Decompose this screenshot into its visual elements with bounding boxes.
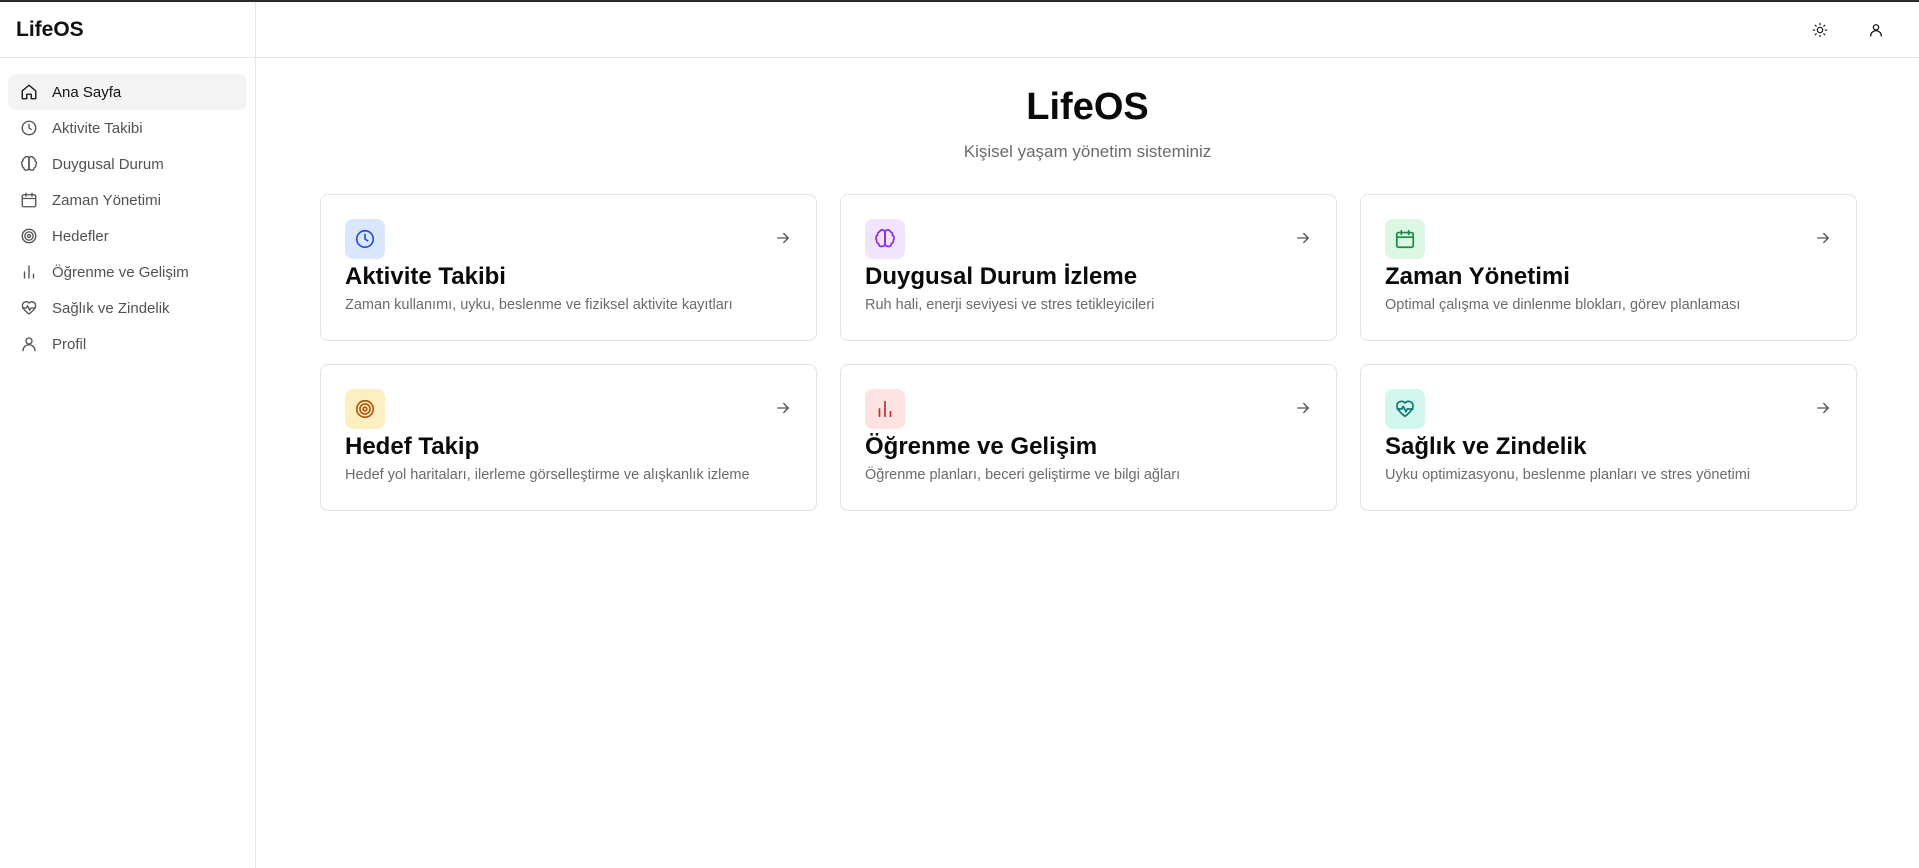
card-description: Öğrenme planları, beceri geliştirme ve b… [865, 467, 1181, 483]
card-icon-wrapper [865, 389, 905, 429]
arrow-right-icon [1294, 229, 1312, 247]
target-icon [354, 398, 376, 420]
card-ogrenme-ve-gelisim[interactable]: Öğrenme ve Gelişim Öğrenme planları, bec… [840, 364, 1337, 511]
arrow-right-icon [774, 229, 792, 247]
clock-icon [20, 119, 38, 137]
sidebar-item-saglik-ve-zindelik[interactable]: Sağlık ve Zindelik [8, 290, 247, 326]
card-aktivite-takibi[interactable]: Aktivite Takibi Zaman kullanımı, uyku, b… [320, 194, 817, 341]
sidebar-item-ana-sayfa[interactable]: Ana Sayfa [8, 74, 247, 110]
card-description: Hedef yol haritaları, ilerleme görselleş… [345, 467, 750, 483]
card-icon-wrapper [345, 219, 385, 259]
sidebar-item-label: Aktivite Takibi [52, 119, 143, 137]
heart-pulse-icon [1394, 398, 1416, 420]
calendar-icon [1394, 228, 1416, 250]
sidebar-item-label: Profil [52, 335, 87, 353]
sidebar-item-profil[interactable]: Profil [8, 326, 247, 362]
card-title: Zaman Yönetimi [1385, 263, 1570, 290]
brain-icon [20, 155, 38, 173]
card-title: Sağlık ve Zindelik [1385, 433, 1587, 460]
card-title: Öğrenme ve Gelişim [865, 433, 1098, 460]
home-icon [20, 83, 38, 101]
sidebar: LifeOS Ana Sayfa Aktivite Takibi Duygusa… [0, 2, 256, 868]
sidebar-item-label: Duygusal Durum [52, 155, 164, 173]
user-icon [20, 335, 38, 353]
sidebar-nav: Ana Sayfa Aktivite Takibi Duygusal Durum… [0, 58, 255, 362]
sidebar-item-label: Sağlık ve Zindelik [52, 299, 170, 317]
card-title: Duygusal Durum İzleme [865, 263, 1138, 290]
sidebar-item-hedefler[interactable]: Hedefler [8, 218, 247, 254]
bar-chart-icon [874, 398, 896, 420]
main-content: LifeOS Kişisel yaşam yönetim sisteminiz … [256, 58, 1919, 868]
user-menu-button[interactable] [1862, 16, 1890, 44]
card-description: Optimal çalışma ve dinlenme blokları, gö… [1385, 297, 1741, 313]
target-icon [20, 227, 38, 245]
calendar-icon [20, 191, 38, 209]
theme-toggle-button[interactable] [1806, 16, 1834, 44]
page-title: LifeOS [1026, 86, 1149, 128]
heart-pulse-icon [20, 299, 38, 317]
clock-icon [354, 228, 376, 250]
card-icon-wrapper [1385, 219, 1425, 259]
sidebar-item-label: Öğrenme ve Gelişim [52, 263, 189, 281]
page-subtitle: Kişisel yaşam yönetim sisteminiz [963, 142, 1212, 161]
card-title: Aktivite Takibi [345, 263, 506, 290]
user-icon [1868, 22, 1884, 38]
sidebar-item-label: Hedefler [52, 227, 109, 245]
card-saglik-ve-zindelik[interactable]: Sağlık ve Zindelik Uyku optimizasyonu, b… [1360, 364, 1857, 511]
card-description: Ruh hali, enerji seviyesi ve stres tetik… [865, 297, 1155, 313]
sidebar-item-label: Zaman Yönetimi [52, 191, 161, 209]
arrow-right-icon [1814, 229, 1832, 247]
brand-logo[interactable]: LifeOS [0, 2, 255, 58]
sidebar-item-zaman-yonetimi[interactable]: Zaman Yönetimi [8, 182, 247, 218]
top-header [256, 2, 1919, 58]
sidebar-item-label: Ana Sayfa [52, 83, 122, 101]
brain-icon [874, 228, 896, 250]
sidebar-item-ogrenme-ve-gelisim[interactable]: Öğrenme ve Gelişim [8, 254, 247, 290]
card-icon-wrapper [1385, 389, 1425, 429]
card-hedef-takip[interactable]: Hedef Takip Hedef yol haritaları, ilerle… [320, 364, 817, 511]
sun-icon [1812, 22, 1828, 38]
arrow-right-icon [1814, 399, 1832, 417]
card-description: Uyku optimizasyonu, beslenme planları ve… [1385, 467, 1751, 483]
sidebar-item-duygusal-durum[interactable]: Duygusal Durum [8, 146, 247, 182]
card-icon-wrapper [345, 389, 385, 429]
bar-chart-icon [20, 263, 38, 281]
card-icon-wrapper [865, 219, 905, 259]
arrow-right-icon [1294, 399, 1312, 417]
card-zaman-yonetimi[interactable]: Zaman Yönetimi Optimal çalışma ve dinlen… [1360, 194, 1857, 341]
card-title: Hedef Takip [345, 433, 480, 460]
card-duygusal-durum-izleme[interactable]: Duygusal Durum İzleme Ruh hali, enerji s… [840, 194, 1337, 341]
sidebar-item-aktivite-takibi[interactable]: Aktivite Takibi [8, 110, 247, 146]
card-description: Zaman kullanımı, uyku, beslenme ve fizik… [345, 297, 733, 313]
arrow-right-icon [774, 399, 792, 417]
